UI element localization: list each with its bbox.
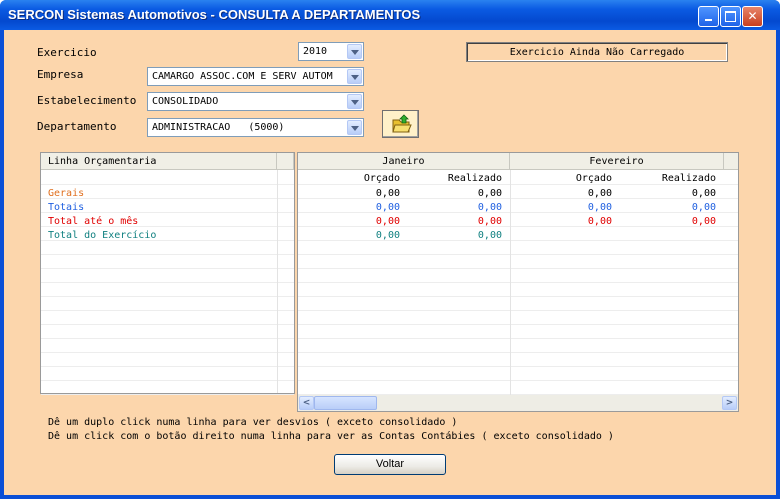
exercicio-value: 2010 <box>303 46 328 57</box>
value-cell[interactable]: 0,00 <box>376 216 400 227</box>
value-cell[interactable]: 0,00 <box>376 202 400 213</box>
empresa-select[interactable]: CAMARGO ASSOC.COM E SERV AUTOM <box>147 67 364 86</box>
minimize-button[interactable] <box>698 6 719 27</box>
value-cell[interactable]: 0,00 <box>588 202 612 213</box>
chevron-down-icon[interactable] <box>347 44 362 59</box>
month-header-overflow <box>724 153 738 170</box>
grid-row-line <box>298 240 738 241</box>
voltar-button[interactable]: Voltar <box>334 454 446 475</box>
hint-double-click: Dê um duplo click numa linha para ver de… <box>48 417 458 428</box>
grid-row-line <box>41 324 294 325</box>
grid-row-line <box>298 338 738 339</box>
grid-row-line <box>298 310 738 311</box>
grid-row-line <box>298 366 738 367</box>
grid-row-line <box>298 198 738 199</box>
close-button[interactable]: ✕ <box>742 6 763 27</box>
grid-header-linha[interactable]: Linha Orçamentaria <box>41 153 277 170</box>
grid-row-line <box>41 366 294 367</box>
exercicio-label: Exercicio <box>37 46 97 59</box>
month-divider <box>510 170 511 397</box>
maximize-icon <box>725 11 736 22</box>
grid-row-line <box>298 212 738 213</box>
grid-row-line <box>41 184 294 185</box>
grid-header-blank <box>277 153 294 170</box>
grid-row-line <box>41 338 294 339</box>
value-cell[interactable]: 0,00 <box>478 230 502 241</box>
row-label-totais[interactable]: Totais <box>48 202 84 213</box>
value-cell[interactable]: 0,00 <box>692 188 716 199</box>
grid-row-line <box>41 310 294 311</box>
value-cell[interactable]: 0,00 <box>478 188 502 199</box>
main-window: SERCON Sistemas Automotivos - CONSULTA A… <box>0 0 780 499</box>
empresa-label: Empresa <box>37 68 84 81</box>
sub-header-realizado-jan: Realizado <box>447 173 502 184</box>
grid-row-line <box>298 324 738 325</box>
row-label-total-exercicio[interactable]: Total do Exercício <box>48 230 156 241</box>
window-title: SERCON Sistemas Automotivos - CONSULTA A… <box>8 7 421 22</box>
grid-row-line <box>41 380 294 381</box>
row-label-gerais[interactable]: Gerais <box>48 188 84 199</box>
grid-row-line <box>298 296 738 297</box>
scroll-right-button[interactable]: > <box>722 396 737 410</box>
grid-row-line <box>298 226 738 227</box>
sub-header-realizado-fev: Realizado <box>661 173 716 184</box>
value-cell[interactable]: 0,00 <box>588 216 612 227</box>
value-cell[interactable]: 0,00 <box>376 230 400 241</box>
value-cell[interactable]: 0,00 <box>478 202 502 213</box>
hint-right-click: Dê um click com o botão direito numa lin… <box>48 431 614 442</box>
scroll-thumb[interactable] <box>314 396 377 410</box>
grid-row-line <box>41 254 294 255</box>
grid-row-line <box>298 184 738 185</box>
title-bar[interactable]: SERCON Sistemas Automotivos - CONSULTA A… <box>0 0 780 30</box>
chevron-down-icon[interactable] <box>347 94 362 109</box>
client-area: Exercicio 2010 Exercicio Ainda Não Carre… <box>4 30 776 495</box>
open-button[interactable] <box>382 110 419 138</box>
value-cell[interactable]: 0,00 <box>478 216 502 227</box>
maximize-button[interactable] <box>720 6 741 27</box>
horizontal-scrollbar[interactable]: < > <box>298 395 738 411</box>
grid-row-line <box>298 380 738 381</box>
arrow-right-icon: > <box>725 398 734 408</box>
estabelecimento-label: Estabelecimento <box>37 94 137 107</box>
value-cell[interactable]: 0,00 <box>376 188 400 199</box>
status-box: Exercicio Ainda Não Carregado <box>466 42 728 62</box>
monthly-values-grid[interactable]: Janeiro Fevereiro Orçado Realizado Orçad… <box>297 152 739 412</box>
exercicio-select[interactable]: 2010 <box>298 42 364 61</box>
grid-row-line <box>41 394 294 395</box>
grid-row-line <box>41 352 294 353</box>
chevron-down-icon[interactable] <box>347 120 362 135</box>
empresa-value: CAMARGO ASSOC.COM E SERV AUTOM <box>152 71 333 82</box>
grid-row-line <box>298 352 738 353</box>
month-header-janeiro[interactable]: Janeiro <box>298 153 510 170</box>
departamento-label: Departamento <box>37 120 117 133</box>
row-label-total-ate-mes[interactable]: Total até o mês <box>48 216 138 227</box>
arrow-left-icon: < <box>302 398 311 408</box>
value-cell[interactable]: 0,00 <box>692 216 716 227</box>
grid-row-line <box>41 282 294 283</box>
scroll-left-button[interactable]: < <box>299 396 314 410</box>
grid-row-line <box>41 296 294 297</box>
sub-header-orcado-jan: Orçado <box>363 173 400 184</box>
folder-open-icon <box>392 114 412 133</box>
grid-row-line <box>298 268 738 269</box>
value-cell[interactable]: 0,00 <box>692 202 716 213</box>
sub-header-orcado-fev: Orçado <box>575 173 612 184</box>
estabelecimento-select[interactable]: CONSOLIDADO <box>147 92 364 111</box>
grid-row-line <box>41 268 294 269</box>
month-header-fevereiro[interactable]: Fevereiro <box>510 153 724 170</box>
departamento-select[interactable]: ADMINISTRACAO (5000) <box>147 118 364 137</box>
budget-lines-grid[interactable]: Linha Orçamentaria Gerais Totais Total a… <box>40 152 295 395</box>
departamento-value: ADMINISTRACAO (5000) <box>152 122 285 133</box>
left-grid-divider <box>277 170 278 393</box>
minimize-icon <box>705 19 712 21</box>
value-cell[interactable]: 0,00 <box>588 188 612 199</box>
grid-row-line <box>298 282 738 283</box>
status-text: Exercicio Ainda Não Carregado <box>509 47 685 58</box>
close-icon: ✕ <box>747 9 758 23</box>
estabelecimento-value: CONSOLIDADO <box>152 96 219 107</box>
grid-row-line <box>298 254 738 255</box>
chevron-down-icon[interactable] <box>347 69 362 84</box>
